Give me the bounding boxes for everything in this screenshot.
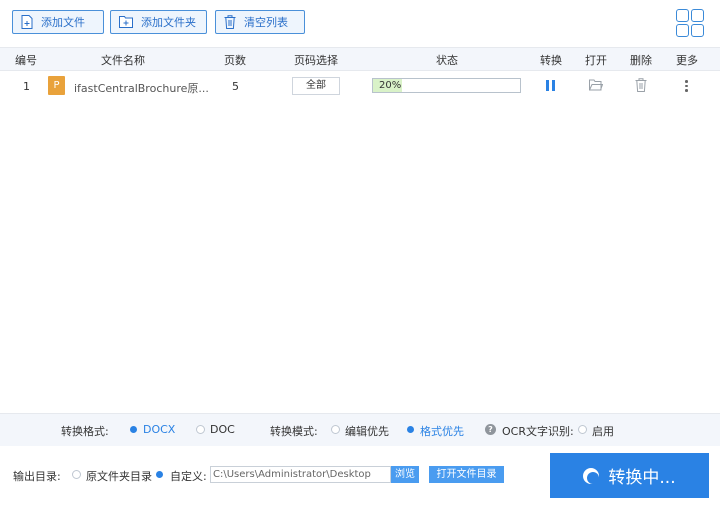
grid-view-icon[interactable] [676, 9, 705, 38]
header-convert: 转换 [540, 54, 562, 67]
browse-button[interactable]: 浏览 [391, 466, 419, 483]
radio-doc[interactable] [196, 425, 205, 434]
toolbar: 添加文件 添加文件夹 清空列表 [0, 0, 720, 45]
pause-icon[interactable] [546, 80, 556, 91]
header-open: 打开 [585, 54, 607, 67]
format-label: 转换格式: [61, 425, 109, 438]
ppt-file-icon: P [48, 76, 65, 95]
header-more: 更多 [676, 54, 698, 67]
add-file-button[interactable]: 添加文件 [12, 10, 104, 34]
table-row[interactable]: 1 P ifastCentralBrochure原... 5 全部 20% [0, 72, 720, 100]
add-folder-icon [119, 15, 133, 29]
add-folder-button[interactable]: 添加文件夹 [110, 10, 207, 34]
add-file-icon [21, 15, 33, 29]
settings-bar: 转换格式: DOCX DOC 转换模式: 编辑优先 格式优先 ? OCR文字识别… [0, 413, 720, 447]
output-path-input[interactable]: C:\Users\Administrator\Desktop [210, 466, 391, 483]
more-options-icon[interactable] [685, 80, 688, 92]
radio-docx[interactable] [130, 426, 137, 433]
page-select-dropdown[interactable]: 全部 [292, 77, 340, 95]
progress-bar: 20% [372, 78, 521, 93]
row-pages: 5 [232, 80, 239, 93]
delete-icon[interactable] [635, 78, 647, 95]
trash-icon [224, 15, 236, 29]
header-delete: 删除 [630, 54, 652, 67]
convert-button-label: 转换中... [608, 468, 676, 488]
option-custom-folder[interactable]: 自定义: [170, 468, 207, 484]
output-bar: 输出目录: 原文件夹目录 自定义: C:\Users\Administrator… [0, 446, 720, 505]
header-index: 编号 [15, 54, 37, 67]
output-label: 输出目录: [13, 470, 61, 483]
row-index: 1 [23, 80, 30, 93]
option-ocr-enable[interactable]: 启用 [592, 423, 614, 439]
open-directory-button[interactable]: 打开文件目录 [429, 466, 504, 483]
mode-label: 转换模式: [270, 425, 318, 438]
header-page-select: 页码选择 [294, 54, 338, 67]
radio-format-first[interactable] [407, 426, 414, 433]
clear-list-label: 清空列表 [244, 16, 288, 29]
option-doc[interactable]: DOC [210, 423, 235, 436]
loading-spinner-icon [583, 467, 600, 484]
radio-source-folder[interactable] [72, 470, 81, 479]
convert-button[interactable]: 转换中... [550, 453, 709, 498]
add-file-label: 添加文件 [41, 16, 85, 29]
add-folder-label: 添加文件夹 [141, 16, 196, 29]
radio-ocr-enable[interactable] [578, 425, 587, 434]
option-source-folder[interactable]: 原文件夹目录 [86, 468, 152, 484]
progress-text: 20% [379, 80, 402, 91]
header-status: 状态 [436, 54, 458, 67]
radio-custom-folder[interactable] [156, 471, 163, 478]
table-header: 编号 文件名称 页数 页码选择 状态 转换 打开 删除 更多 [0, 47, 720, 71]
ocr-label: OCR文字识别: [502, 425, 574, 438]
option-format-first[interactable]: 格式优先 [420, 423, 464, 439]
header-pages: 页数 [224, 54, 246, 67]
row-file-name: ifastCentralBrochure原... [74, 82, 209, 95]
option-docx[interactable]: DOCX [143, 423, 175, 436]
help-icon[interactable]: ? [485, 424, 496, 435]
open-folder-icon[interactable] [589, 79, 604, 94]
header-name: 文件名称 [101, 54, 145, 67]
clear-list-button[interactable]: 清空列表 [215, 10, 305, 34]
radio-edit-first[interactable] [331, 425, 340, 434]
option-edit-first[interactable]: 编辑优先 [345, 423, 389, 439]
